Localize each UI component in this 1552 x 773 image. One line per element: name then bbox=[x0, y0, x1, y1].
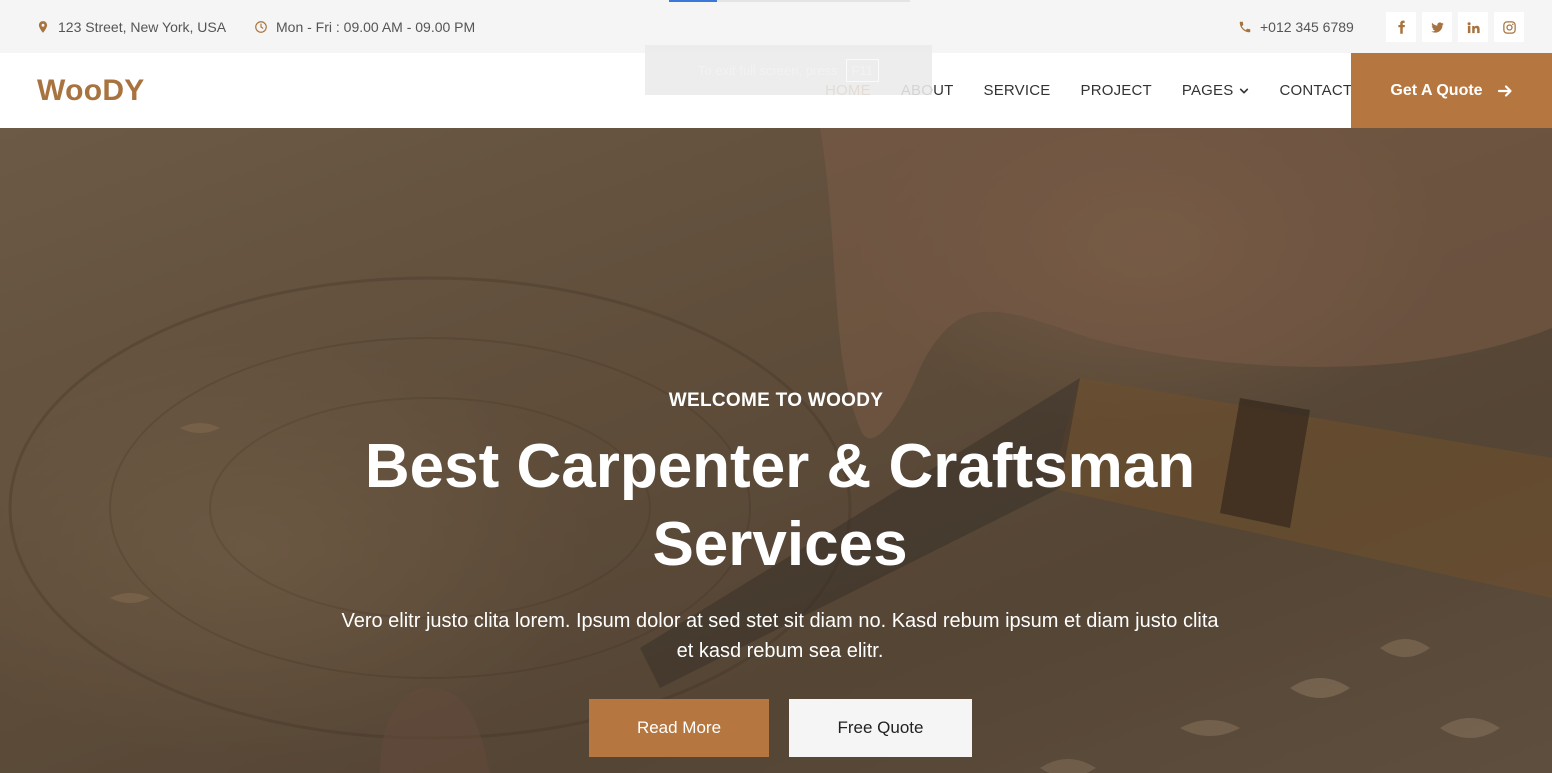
hero-content: WELCOME TO WOODY Best Carpenter & Crafts… bbox=[0, 128, 1552, 773]
nav-service[interactable]: SERVICE bbox=[984, 82, 1051, 99]
free-quote-button[interactable]: Free Quote bbox=[789, 699, 972, 757]
fullscreen-progress-bar bbox=[669, 0, 910, 2]
hero-welcome: WELCOME TO WOODY bbox=[668, 390, 884, 411]
hours-text: Mon - Fri : 09.00 AM - 09.00 PM bbox=[276, 18, 476, 35]
fullscreen-exit-toast: To exit full screen, press F11 bbox=[645, 45, 932, 95]
clock-icon bbox=[254, 20, 268, 34]
instagram-link[interactable] bbox=[1494, 12, 1524, 42]
linkedin-icon bbox=[1466, 20, 1481, 35]
fullscreen-toast-text: To exit full screen, press bbox=[698, 62, 838, 78]
phone-icon bbox=[1238, 20, 1252, 34]
hero-lead-text: Vero elitr justo clita lorem. Ipsum dolo… bbox=[341, 610, 1219, 662]
arrow-right-icon bbox=[1483, 83, 1513, 99]
facebook-link[interactable] bbox=[1386, 12, 1416, 42]
chevron-down-icon bbox=[1233, 86, 1249, 96]
nav-pages-label: PAGES bbox=[1181, 82, 1234, 99]
linkedin-link[interactable] bbox=[1458, 12, 1488, 42]
address-text: 123 Street, New York, USA bbox=[58, 18, 227, 35]
instagram-icon bbox=[1502, 20, 1517, 35]
brand-logo[interactable]: WooDY bbox=[37, 53, 145, 128]
phone-text: +012 345 6789 bbox=[1260, 18, 1354, 35]
twitter-link[interactable] bbox=[1422, 12, 1452, 42]
nav-contact[interactable]: CONTACT bbox=[1279, 82, 1352, 99]
hero-carousel: WELCOME TO WOODY Best Carpenter & Crafts… bbox=[0, 128, 1552, 773]
nav-pages-dropdown[interactable]: PAGES bbox=[1182, 82, 1250, 99]
fullscreen-toast-key: F11 bbox=[845, 58, 879, 82]
topbar-hours: Mon - Fri : 09.00 AM - 09.00 PM bbox=[254, 0, 475, 53]
get-a-quote-label: Get A Quote bbox=[1390, 81, 1483, 99]
get-a-quote-button[interactable]: Get A Quote bbox=[1351, 53, 1552, 128]
topbar-address: 123 Street, New York, USA bbox=[36, 0, 226, 53]
facebook-icon bbox=[1394, 20, 1409, 35]
nav-project[interactable]: PROJECT bbox=[1080, 82, 1151, 99]
map-marker-icon bbox=[36, 20, 50, 34]
twitter-icon bbox=[1430, 20, 1445, 35]
social-links bbox=[1386, 12, 1524, 42]
read-more-button[interactable]: Read More bbox=[589, 699, 769, 757]
hero-headline: Best Carpenter & Craftsman Services bbox=[364, 432, 1196, 579]
topbar-phone: +012 345 6789 bbox=[1238, 0, 1354, 53]
